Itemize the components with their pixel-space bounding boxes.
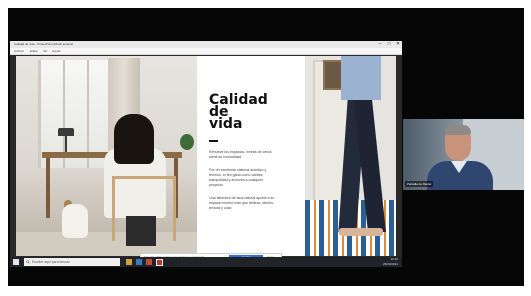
windows-start-icon[interactable] (13, 259, 19, 265)
slide-paragraph: Por un excelente sistema acústico y térm… (209, 168, 267, 187)
title-divider (209, 140, 218, 142)
lamp-icon (58, 128, 74, 136)
interior-photo-right (305, 56, 396, 256)
slide-text-panel: Calidad de vida Renueve los espacios, in… (197, 56, 305, 256)
file-explorer-icon[interactable] (126, 259, 132, 265)
slide-paragraph: Renueve los espacios, invirtia de cerca,… (209, 150, 273, 159)
browser-icon[interactable] (136, 259, 142, 265)
man-figure (341, 56, 381, 100)
app-title: Calidad de vida - PowerPoint (Modo lectu… (14, 42, 73, 46)
menu-item-edit[interactable]: Editar (30, 48, 38, 54)
taskbar: Escribe aquí para buscar 10:42 26/04/202… (10, 257, 402, 267)
speaker-name-label: Pantalla de Daniel (405, 181, 434, 187)
system-tray: 10:42 26/04/2021 (383, 257, 398, 267)
shared-screen: Calidad de vida - PowerPoint (Modo lectu… (10, 41, 402, 267)
maximize-icon[interactable]: □ (385, 41, 393, 48)
document-area: Calidad de vida Renueve los espacios, in… (10, 55, 402, 262)
minimize-icon[interactable]: – (376, 41, 384, 48)
search-icon (26, 260, 30, 264)
speaker-video-tile[interactable]: Pantalla de Daniel (403, 119, 524, 190)
powerpoint-icon[interactable] (146, 259, 152, 265)
tray-date: 26/04/2021 (382, 262, 398, 266)
app-titlebar: Calidad de vida - PowerPoint (Modo lectu… (10, 41, 402, 48)
plant-illustration (180, 134, 194, 150)
menu-bar: Archivo Editar Ver Ayuda (10, 48, 402, 55)
slide-title: Calidad de vida (209, 92, 268, 132)
dog-figure (62, 204, 88, 238)
menu-item-help[interactable]: Ayuda (52, 48, 60, 54)
menu-item-file[interactable]: Archivo (14, 48, 24, 54)
close-icon[interactable]: ✕ (394, 41, 402, 48)
zoom-share-icon[interactable] (156, 259, 163, 266)
interior-photo-left (16, 56, 197, 256)
taskbar-search-input[interactable]: Escribe aquí para buscar (24, 258, 120, 266)
menu-item-view[interactable]: Ver (43, 48, 48, 54)
slide-paragraph: Una alfombra de lana natural aporta a su… (209, 196, 275, 210)
